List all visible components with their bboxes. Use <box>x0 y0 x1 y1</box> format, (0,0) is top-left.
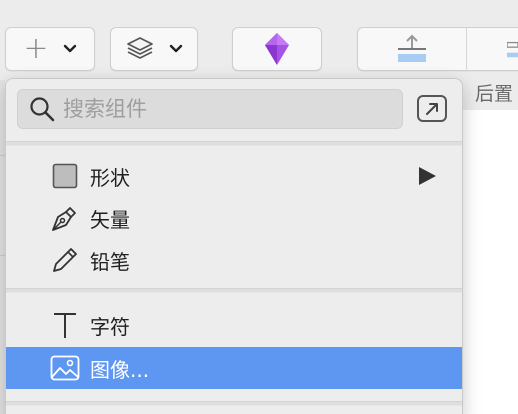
popout-arrow-icon <box>426 102 438 115</box>
menu-separator <box>6 288 462 293</box>
align-bottom-icon <box>398 34 426 62</box>
menu-item-vector[interactable]: 矢量 <box>6 197 462 239</box>
pen-nib-icon <box>50 203 80 233</box>
align-button-group <box>357 27 518 71</box>
diamond-icon <box>265 33 289 65</box>
menu-item-text[interactable]: 字符 <box>6 304 462 346</box>
image-icon <box>50 353 80 383</box>
align-icon <box>507 41 518 58</box>
create-symbol-button[interactable] <box>232 27 322 71</box>
menu-separator <box>6 401 462 406</box>
align-next-button[interactable] <box>467 28 518 70</box>
search-input[interactable] <box>63 97 383 121</box>
search-field[interactable] <box>17 89 403 129</box>
plus-icon: + <box>23 31 49 66</box>
search-icon <box>30 97 55 122</box>
toolbar: + 后置 <box>0 0 518 105</box>
pencil-icon <box>50 245 80 275</box>
backward-label: 后置 <box>475 83 514 105</box>
send-backward-button[interactable] <box>358 28 467 70</box>
menu-item-label: 图像... <box>90 357 150 382</box>
insert-menu: 形状 矢量 铅笔 <box>5 78 463 414</box>
menu-separator <box>6 141 462 146</box>
chevron-down-icon <box>169 44 183 53</box>
layers-icon <box>127 37 153 59</box>
menu-item-pencil[interactable]: 铅笔 <box>6 239 462 281</box>
submenu-arrow-icon <box>419 167 436 185</box>
menu-item-label: 铅笔 <box>90 249 130 274</box>
insert-button[interactable]: + <box>5 27 95 71</box>
text-cursor-icon <box>50 310 80 340</box>
chevron-down-icon <box>63 44 76 53</box>
canvas-area <box>462 110 518 414</box>
menu-item-label: 形状 <box>90 165 130 190</box>
popout-button[interactable] <box>417 95 447 122</box>
square-icon <box>50 161 80 191</box>
menu-item-label: 矢量 <box>90 207 130 232</box>
menu-item-label: 字符 <box>90 314 130 339</box>
menu-item-shape[interactable]: 形状 <box>6 155 462 197</box>
menu-item-image[interactable]: 图像... <box>6 347 462 389</box>
layers-button[interactable] <box>110 27 198 71</box>
